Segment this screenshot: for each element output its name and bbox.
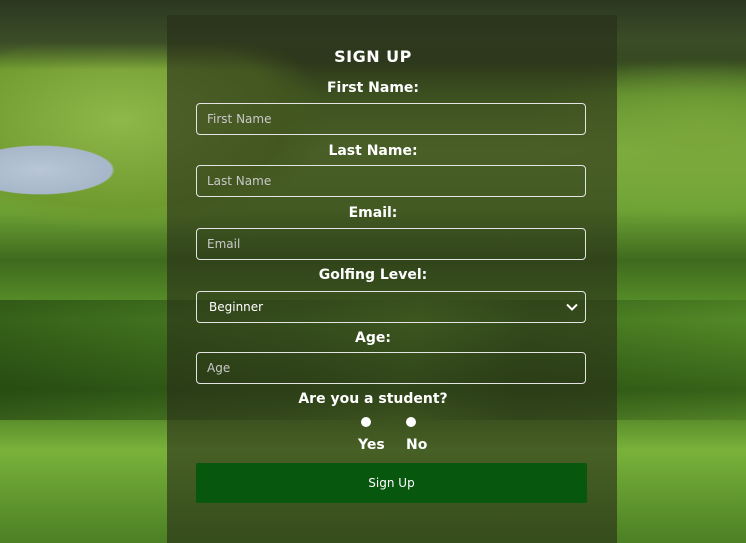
age-label: Age: — [355, 330, 391, 346]
chevron-down-icon — [566, 303, 578, 311]
first-name-label: First Name: — [326, 80, 419, 96]
student-yes-label: Yes — [358, 437, 385, 453]
golfing-level-selected: Beginner — [209, 300, 264, 314]
golfing-level-label: Golfing Level: — [318, 267, 428, 283]
student-yes-radio[interactable] — [361, 417, 371, 427]
sign-up-button[interactable]: Sign Up — [196, 463, 587, 503]
golfing-level-select[interactable]: Beginner — [196, 291, 586, 323]
email-input[interactable] — [196, 228, 586, 260]
form-title: SIGN UP — [334, 47, 412, 66]
student-no-label: No — [406, 437, 428, 453]
last-name-label: Last Name: — [328, 143, 418, 159]
last-name-input[interactable] — [196, 165, 586, 197]
age-input[interactable] — [196, 352, 586, 384]
email-label: Email: — [348, 205, 398, 221]
student-no-radio[interactable] — [406, 417, 416, 427]
first-name-input[interactable] — [196, 103, 586, 135]
student-question: Are you a student? — [298, 391, 448, 407]
